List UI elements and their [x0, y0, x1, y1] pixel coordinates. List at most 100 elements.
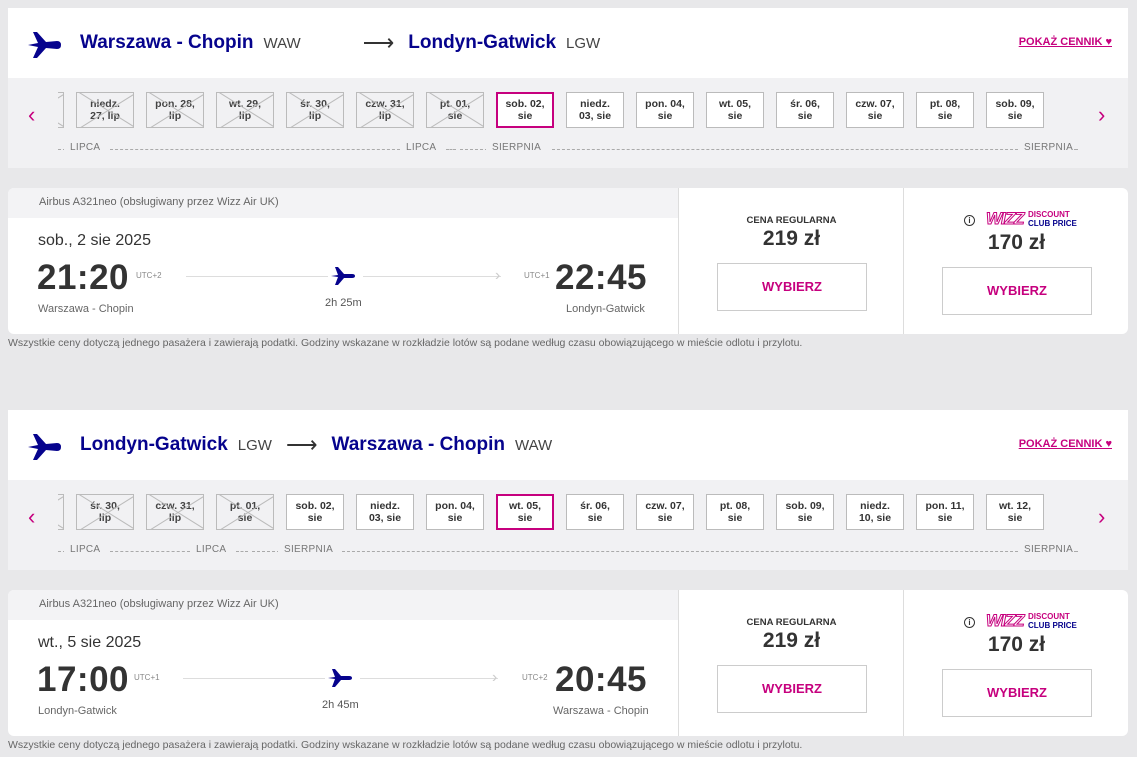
date-option[interactable]: sob. 09, sie — [986, 92, 1044, 128]
aircraft-info: Airbus A321neo (obsługiwany przez Wizz A… — [8, 188, 678, 218]
date-option-day: śr. 30, — [300, 98, 330, 110]
aircraft-info: Airbus A321neo (obsługiwany przez Wizz A… — [8, 590, 678, 620]
price-footnote: Wszystkie ceny dotyczą jednego pasażera … — [8, 337, 803, 349]
date-option[interactable]: pt. 08, sie — [706, 494, 764, 530]
outbound-months-line: LIPCA LIPCA SIERPNIA SIERPNIA — [58, 142, 1080, 156]
inbound-flight-card[interactable]: Airbus A321neo (obsługiwany przez Wizz A… — [8, 590, 1128, 736]
date-option[interactable]: pon. 04, sie — [426, 494, 484, 530]
regular-price-column: CENA REGULARNA 219 zł WYBIERZ — [678, 590, 903, 736]
outbound-flight-card[interactable]: Airbus A321neo (obsługiwany przez Wizz A… — [8, 188, 1128, 334]
date-option-day: pt. 08, — [929, 98, 961, 110]
inbound-dates-row: wt. 29,lipśr. 30,lipczw. 31,lippt. 01,si… — [58, 494, 1056, 531]
date-option-month: lip — [168, 512, 182, 524]
prev-dates-chevron-icon[interactable]: ‹ — [28, 102, 35, 128]
date-option-month: lip — [58, 512, 63, 524]
destination-city: Londyn-Gatwick — [408, 32, 557, 53]
date-option[interactable]: wt. 12, sie — [986, 494, 1044, 530]
arrival-utc: UTC+1 — [524, 271, 550, 280]
date-option[interactable]: niedz. 10, sie — [846, 494, 904, 530]
date-option-day: czw. 07, — [855, 98, 895, 110]
date-option-month: sie — [657, 110, 673, 122]
choose-club-button[interactable]: WYBIERZ — [942, 669, 1092, 717]
date-option[interactable]: czw. 07, sie — [846, 92, 904, 128]
date-option[interactable]: wt. 05, sie — [496, 494, 554, 530]
inbound-date-strip: ‹ wt. 29,lipśr. 30,lipczw. 31,lippt. 01,… — [8, 480, 1128, 570]
date-option-day: wt. 05, — [718, 98, 752, 110]
date-option[interactable]: sob. 09, sie — [776, 494, 834, 530]
date-option-month: lip — [238, 110, 252, 122]
choose-regular-button[interactable]: WYBIERZ — [717, 665, 867, 713]
month-label: LIPCA — [400, 142, 443, 153]
next-dates-chevron-icon[interactable]: › — [1098, 504, 1105, 530]
inbound-route-header: Londyn-Gatwick LGW ⟶ Warszawa - Chopin W… — [8, 410, 1128, 480]
destination-code: WAW — [515, 436, 553, 454]
month-label: LIPCA — [64, 142, 107, 153]
date-option-month: sie — [937, 110, 953, 122]
date-option: wt. 29,lip — [216, 92, 274, 128]
date-option-day: wt. 12, — [998, 500, 1032, 512]
date-option-month: 27, lip — [90, 110, 120, 122]
choose-club-button[interactable]: WYBIERZ — [942, 267, 1092, 315]
plane-icon — [328, 669, 352, 687]
regular-price-label: CENA REGULARNA — [746, 617, 837, 628]
show-prices-link[interactable]: POKAŻ CENNIK ♥ — [1019, 438, 1112, 450]
date-option[interactable]: wt. 05, sie — [706, 92, 764, 128]
date-option-month: lip — [58, 110, 63, 122]
prev-dates-chevron-icon[interactable]: ‹ — [28, 504, 35, 530]
date-option-month: sie — [727, 512, 743, 524]
date-option-day: pon. 04, — [645, 98, 685, 110]
date-option: czw. 31, lip — [146, 494, 204, 530]
show-prices-link[interactable]: POKAŻ CENNIK ♥ — [1019, 36, 1112, 48]
destination-code: LGW — [566, 34, 601, 52]
outbound-date-strip: ‹ sob. 26,lipniedz.27, lippon. 28,lipwt.… — [8, 78, 1128, 168]
departure-time: 21:20 — [37, 258, 130, 297]
origin-code: WAW — [263, 34, 301, 52]
departure-utc: UTC+2 — [136, 271, 162, 280]
date-option-month: sie — [1007, 512, 1023, 524]
date-option-day: sob. 02, — [505, 98, 545, 110]
date-option-month: sie — [937, 512, 953, 524]
plane-icon — [331, 267, 355, 285]
date-option-month: 10, sie — [858, 512, 892, 524]
date-option[interactable]: pon. 04, sie — [636, 92, 694, 128]
date-option-month: sie — [1007, 110, 1023, 122]
date-option-day: sob. 02, — [295, 500, 335, 512]
date-option[interactable]: czw. 07, sie — [636, 494, 694, 530]
date-option[interactable]: pon. 11, sie — [916, 494, 974, 530]
month-label: SIERPNIA — [486, 142, 548, 153]
date-option-month: 03, sie — [368, 512, 402, 524]
date-option[interactable]: pt. 08, sie — [916, 92, 974, 128]
departure-time: 17:00 — [37, 660, 130, 699]
origin-code: LGW — [237, 436, 272, 454]
date-option-day: czw. 07, — [645, 500, 685, 512]
next-dates-chevron-icon[interactable]: › — [1098, 102, 1105, 128]
date-option-day: sob. 09, — [995, 98, 1035, 110]
flight-duration: 2h 25m — [325, 297, 362, 309]
date-option[interactable]: sob. 02, sie — [286, 494, 344, 530]
date-option-month: sie — [727, 110, 743, 122]
date-option[interactable]: śr. 06, sie — [566, 494, 624, 530]
date-option[interactable]: niedz. 03, sie — [356, 494, 414, 530]
choose-regular-button[interactable]: WYBIERZ — [717, 263, 867, 311]
plane-logo-icon — [28, 434, 61, 460]
date-option[interactable]: niedz. 03, sie — [566, 92, 624, 128]
date-option: śr. 30, lip — [76, 494, 134, 530]
date-option-day: niedz. — [370, 500, 400, 512]
date-option[interactable]: sob. 02, sie — [496, 92, 554, 128]
date-option: sob. 26,lip — [58, 92, 64, 128]
date-option-month: sie — [447, 110, 463, 122]
date-option[interactable]: śr. 06, sie — [776, 92, 834, 128]
arrival-time: 20:45 — [555, 660, 648, 699]
date-option-day: pon. 28, — [155, 98, 195, 110]
inbound-route: Londyn-Gatwick LGW ⟶ Warszawa - Chopin W… — [80, 410, 552, 480]
info-icon[interactable]: i — [964, 617, 975, 628]
date-option-day: wt. 29, — [58, 500, 63, 512]
date-option: niedz. 27, lip — [76, 92, 134, 128]
date-option: czw. 31, lip — [356, 92, 414, 128]
departure-airport: Londyn-Gatwick — [38, 705, 117, 717]
line-end-chevron-icon: › — [495, 267, 501, 284]
date-option-month: lip — [98, 512, 112, 524]
date-option-day: czw. 31, — [155, 500, 195, 512]
info-icon[interactable]: i — [964, 215, 975, 226]
outbound-dates-viewport: sob. 26,lipniedz.27, lippon. 28,lipwt. 2… — [58, 92, 1078, 132]
